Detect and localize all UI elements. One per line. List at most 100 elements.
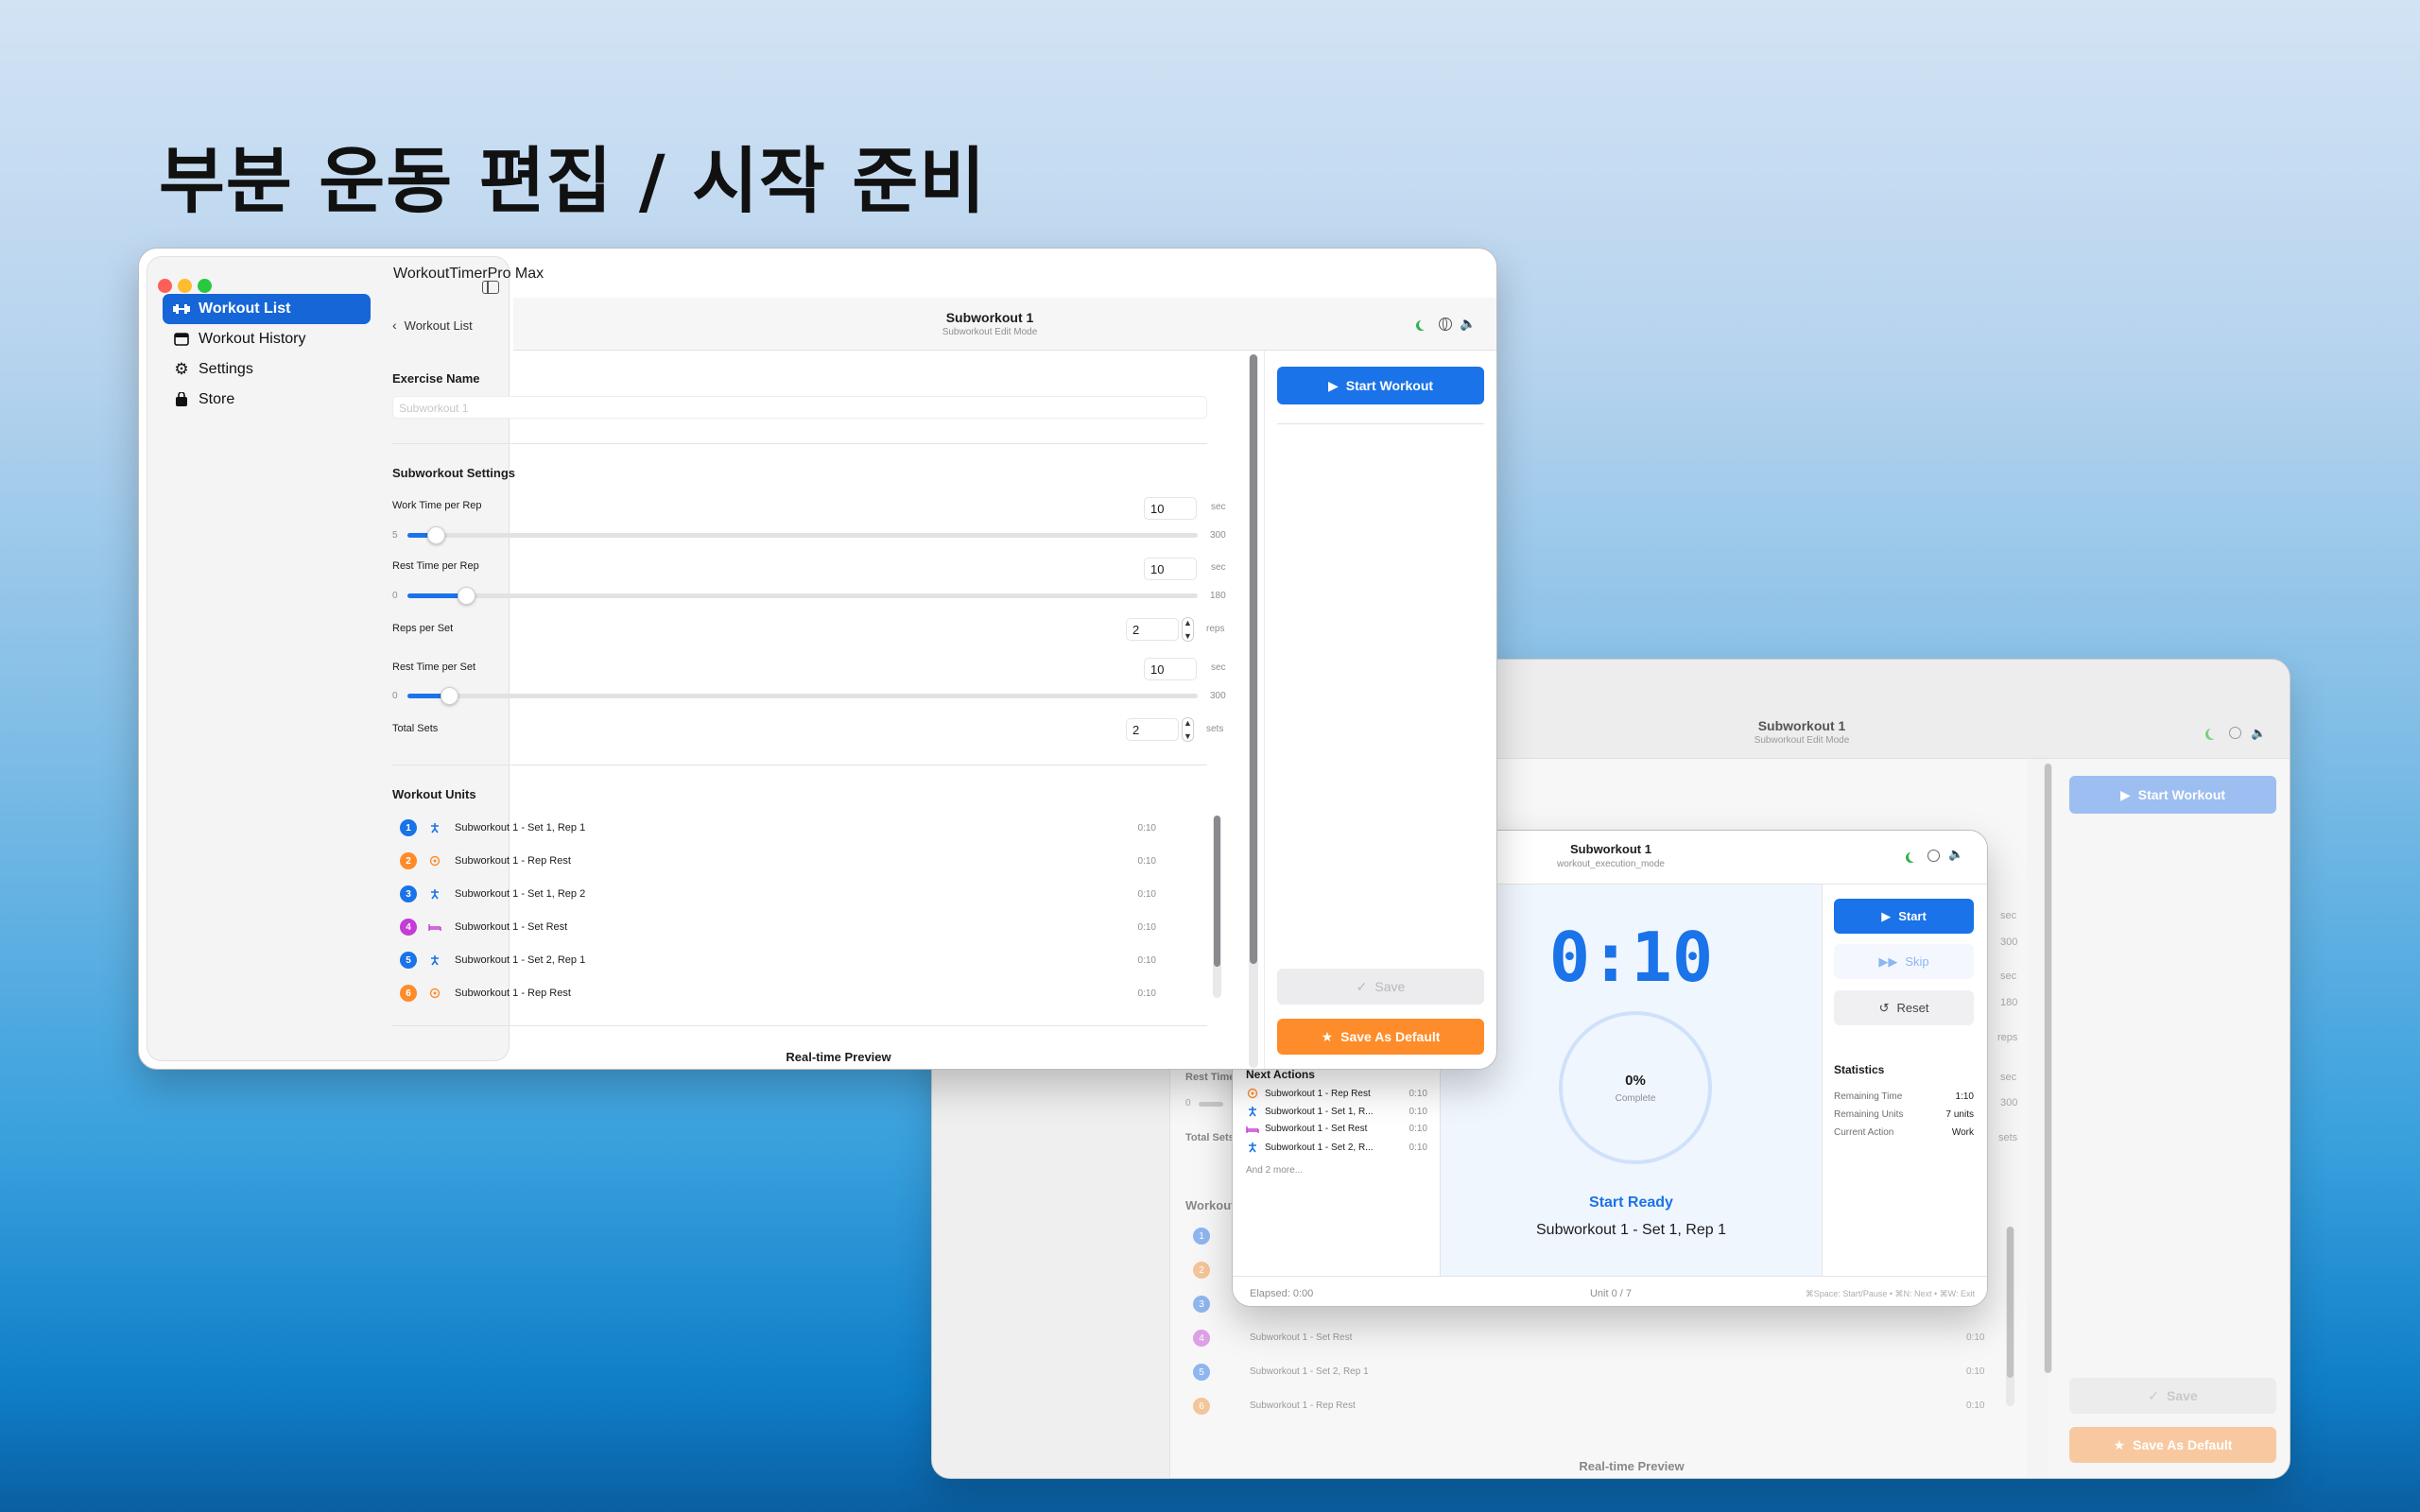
- rest-rep-slider[interactable]: [407, 587, 1198, 605]
- exec-theme-icon[interactable]: [1909, 851, 1919, 862]
- rest-rep-unit: sec: [1211, 562, 1226, 573]
- reps-input[interactable]: 2: [1126, 618, 1179, 641]
- bg-total-label: Total Sets: [1185, 1132, 1235, 1143]
- bg-speaker-icon: 🔈: [2251, 726, 2267, 740]
- unit-number-badge: 2: [400, 852, 417, 869]
- sidebar-item-workout-history[interactable]: Workout History: [163, 324, 371, 354]
- rest-rep-min: 0: [392, 591, 398, 601]
- bg-title: Subworkout 1: [1757, 718, 1846, 733]
- statistics-title: Statistics: [1834, 1063, 1885, 1076]
- unit-number-badge: 1: [400, 819, 417, 836]
- bg-unit-5-label: Subworkout 1 - Set 2, Rep 1: [1250, 1366, 1369, 1377]
- bg-badge-6: 6: [1193, 1398, 1210, 1415]
- exec-globe-icon[interactable]: [1927, 850, 1940, 862]
- workout-unit-row[interactable]: 3 Subworkout 1 - Set 1, Rep 2 0:10: [400, 878, 1156, 910]
- reps-label: Reps per Set: [392, 623, 454, 634]
- unit-label: Subworkout 1 - Set 1, Rep 1: [455, 822, 586, 833]
- bg-check-icon: ✓: [2148, 1387, 2160, 1403]
- next-action-label: Subworkout 1 - Set 1, R...: [1265, 1106, 1374, 1117]
- rest-timer-icon: [428, 855, 441, 867]
- start-button[interactable]: ▶ Start: [1834, 899, 1974, 934]
- next-action-label: Subworkout 1 - Set 2, R...: [1265, 1142, 1374, 1153]
- minimize-window-button[interactable]: [178, 279, 192, 293]
- walking-figure-icon: [1246, 1106, 1259, 1117]
- bg-star-icon: ★: [2113, 1436, 2126, 1452]
- work-time-input[interactable]: 10: [1144, 497, 1197, 520]
- total-sets-label: Total Sets: [392, 723, 439, 734]
- workout-units-list: 1 Subworkout 1 - Set 1, Rep 1 0:10 2 Subwork…: [400, 812, 1194, 1005]
- total-sets-input[interactable]: 2: [1126, 718, 1179, 741]
- bg-field-sec-1: sec: [2000, 910, 2017, 921]
- bg-subtitle: Subworkout Edit Mode: [1754, 735, 1850, 746]
- next-actions-title: Next Actions: [1246, 1068, 1315, 1081]
- exercise-name-input[interactable]: Subworkout 1: [392, 396, 1207, 419]
- sidebar-item-label: Workout List: [199, 301, 291, 317]
- bg-badge-3: 3: [1193, 1296, 1210, 1313]
- sidebar-item-label: Store: [199, 391, 235, 407]
- rest-rep-input[interactable]: 10: [1144, 558, 1197, 580]
- workout-unit-row[interactable]: 6 Subworkout 1 - Rep Rest 0:10: [400, 977, 1156, 1005]
- rest-timer-icon: [428, 988, 441, 999]
- bag-icon: [172, 392, 191, 407]
- fast-forward-icon: ▶▶: [1878, 954, 1898, 969]
- bg-save-button: ✓ Save: [2069, 1378, 2276, 1414]
- unit-label: Subworkout 1 - Rep Rest: [455, 855, 571, 867]
- rest-set-max: 300: [1210, 691, 1226, 701]
- sidebar-item-settings[interactable]: ⚙ Settings: [163, 354, 371, 385]
- star-icon: ★: [1321, 1028, 1334, 1044]
- units-scrollbar[interactable]: [1213, 816, 1221, 998]
- walking-figure-icon: [428, 888, 441, 900]
- slider-thumb[interactable]: [440, 687, 458, 705]
- work-time-slider[interactable]: [407, 526, 1198, 544]
- work-time-unit: sec: [1211, 502, 1226, 512]
- reps-stepper[interactable]: ▲ ▼: [1182, 617, 1194, 642]
- exec-title: Subworkout 1: [1570, 842, 1651, 856]
- start-workout-button[interactable]: ▶ Start Workout: [1277, 367, 1484, 404]
- sidebar-toggle-icon[interactable]: [482, 281, 499, 294]
- next-action-label: Subworkout 1 - Set Rest: [1265, 1124, 1368, 1134]
- rest-set-input[interactable]: 10: [1144, 658, 1197, 680]
- play-icon: ▶: [1327, 377, 1339, 393]
- next-action-item: Subworkout 1 - Set 1, R... 0:10: [1246, 1106, 1427, 1117]
- rest-set-slider[interactable]: [407, 687, 1198, 705]
- rest-rep-label: Rest Time per Rep: [392, 560, 479, 572]
- total-sets-stepper[interactable]: ▲ ▼: [1182, 717, 1194, 742]
- back-button[interactable]: ‹ Workout List: [392, 318, 473, 333]
- next-more-text: And 2 more...: [1246, 1165, 1304, 1176]
- bed-icon: [1246, 1125, 1259, 1134]
- globe-icon[interactable]: [1439, 318, 1452, 331]
- workout-unit-row[interactable]: 1 Subworkout 1 - Set 1, Rep 1 0:10: [400, 812, 1156, 844]
- zoom-window-button[interactable]: [198, 279, 212, 293]
- bg-field-max-3: 300: [2000, 1097, 2018, 1108]
- stat-remaining-time-label: Remaining Time: [1834, 1091, 1903, 1102]
- save-button[interactable]: ✓ Save: [1277, 969, 1484, 1005]
- reset-button[interactable]: ↺ Reset: [1834, 990, 1974, 1025]
- bg-badge-4: 4: [1193, 1330, 1210, 1347]
- theme-moon-icon[interactable]: [1419, 319, 1429, 330]
- editor-subtitle: Subworkout Edit Mode: [942, 327, 1038, 337]
- rest-rep-max: 180: [1210, 591, 1226, 601]
- form-scrollbar[interactable]: [1249, 354, 1258, 1068]
- bg-preview-label: Real-time Preview: [1579, 1459, 1685, 1473]
- sidebar-item-store[interactable]: Store: [163, 385, 371, 415]
- sidebar-item-workout-list[interactable]: Workout List: [163, 294, 371, 324]
- elapsed-text: Elapsed: 0:00: [1250, 1288, 1314, 1299]
- exercise-name-label: Exercise Name: [392, 371, 480, 386]
- stat-remaining-units-value: 7 units: [1945, 1109, 1974, 1120]
- bg-unit-6-time: 0:10: [1966, 1400, 1985, 1411]
- exec-speaker-icon[interactable]: 🔈: [1948, 847, 1963, 862]
- stat-current-action-value: Work: [1951, 1127, 1974, 1138]
- editor-window: Workout List Workout History ⚙ Settings …: [138, 248, 1497, 1070]
- calendar-icon: [172, 333, 191, 346]
- real-time-preview-label: Real-time Preview: [786, 1050, 891, 1064]
- workout-unit-row[interactable]: 5 Subworkout 1 - Set 2, Rep 1 0:10: [400, 944, 1156, 976]
- unit-number-badge: 6: [400, 985, 417, 1002]
- page-heading: 부분 운동 편집 / 시작 준비: [159, 139, 987, 223]
- speaker-icon[interactable]: 🔈: [1460, 316, 1476, 332]
- skip-button[interactable]: ▶▶ Skip: [1834, 944, 1974, 979]
- save-as-default-button[interactable]: ★ Save As Default: [1277, 1019, 1484, 1055]
- workout-unit-row[interactable]: 4 Subworkout 1 - Set Rest 0:10: [400, 911, 1156, 943]
- walking-figure-icon: [428, 954, 441, 966]
- close-window-button[interactable]: [158, 279, 172, 293]
- workout-unit-row[interactable]: 2 Subworkout 1 - Rep Rest 0:10: [400, 845, 1156, 877]
